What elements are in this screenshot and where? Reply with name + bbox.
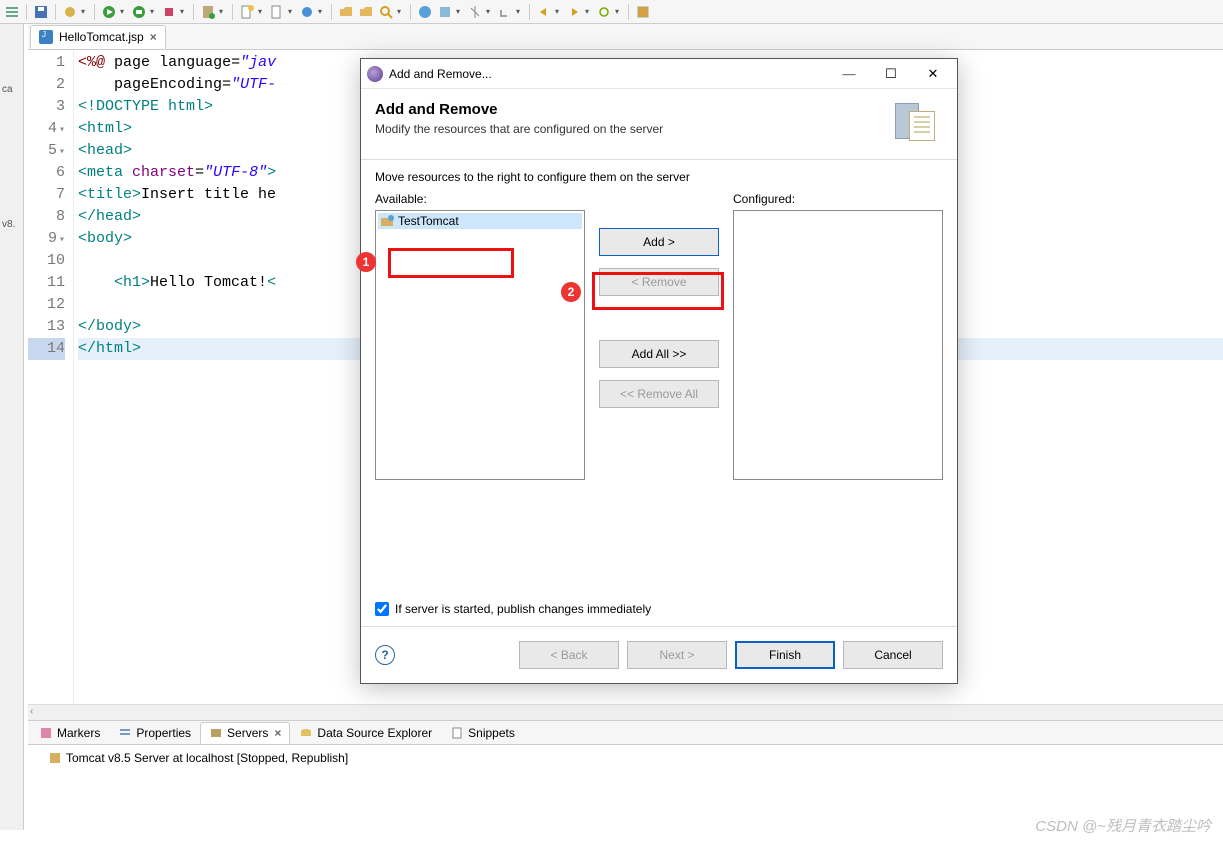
add-all-button[interactable]: Add All >>	[599, 340, 719, 368]
save-icon[interactable]	[33, 4, 49, 20]
cancel-button[interactable]: Cancel	[843, 641, 943, 669]
back-icon[interactable]	[536, 4, 552, 20]
dialog-subheading: Modify the resources that are configured…	[375, 122, 663, 136]
web-icon[interactable]	[417, 4, 433, 20]
jsp-file-icon	[39, 30, 53, 44]
minimize-button[interactable]: —	[831, 62, 867, 86]
callout-badge-1: 1	[356, 252, 376, 272]
help-icon[interactable]: ?	[375, 645, 395, 665]
server-icon[interactable]	[200, 4, 216, 20]
tab-servers[interactable]: Servers×	[200, 722, 290, 744]
configured-listbox[interactable]	[733, 210, 943, 480]
maximize-button[interactable]: ☐	[873, 62, 909, 86]
toolbar-icon[interactable]	[596, 4, 612, 20]
configured-label: Configured:	[733, 192, 943, 206]
new-icon[interactable]	[239, 4, 255, 20]
server-status-text: Tomcat v8.5 Server at localhost [Stopped…	[66, 751, 348, 765]
run-last-icon[interactable]	[161, 4, 177, 20]
available-item[interactable]: TestTomcat	[378, 213, 582, 229]
callout-badge-2: 2	[561, 282, 581, 302]
editor-tab-bar: HelloTomcat.jsp ×	[28, 24, 1223, 50]
server-graphic-icon	[891, 101, 943, 145]
next-button[interactable]: Next >	[627, 641, 727, 669]
callout-box-1	[388, 248, 514, 278]
add-button[interactable]: Add >	[599, 228, 719, 256]
left-stub-label: v8.	[2, 219, 15, 230]
line-gutter: 1234▾5▾6789▾1011121314	[28, 50, 74, 704]
callout-box-2	[592, 272, 724, 310]
dialog-titlebar[interactable]: Add and Remove... — ☐ ✕	[361, 59, 957, 89]
server-icon	[48, 751, 62, 765]
toolbar-icon[interactable]	[4, 4, 20, 20]
server-entry[interactable]: Tomcat v8.5 Server at localhost [Stopped…	[28, 745, 1223, 771]
tab-markers[interactable]: Markers	[30, 722, 109, 744]
dialog-footer: ? < Back Next > Finish Cancel	[361, 626, 957, 683]
toolbar-icon[interactable]	[467, 4, 483, 20]
horizontal-scrollbar[interactable]: ‹	[28, 704, 1223, 720]
bottom-tab-bar: Markers Properties Servers× Data Source …	[28, 721, 1223, 745]
dialog-prompt: Move resources to the right to configure…	[375, 170, 943, 184]
publish-checkbox[interactable]	[375, 602, 389, 616]
back-button[interactable]: < Back	[519, 641, 619, 669]
new-icon[interactable]	[299, 4, 315, 20]
dialog-header: Add and Remove Modify the resources that…	[361, 89, 957, 160]
publish-checkbox-row[interactable]: If server is started, publish changes im…	[375, 602, 943, 616]
open-icon[interactable]	[338, 4, 354, 20]
project-icon	[380, 214, 394, 228]
remove-all-button[interactable]: << Remove All	[599, 380, 719, 408]
forward-icon[interactable]	[566, 4, 582, 20]
left-gutter: ca v8.	[0, 24, 24, 830]
close-icon[interactable]: ×	[150, 30, 157, 44]
main-toolbar	[0, 0, 1223, 24]
close-icon[interactable]: ×	[274, 726, 281, 740]
new-icon[interactable]	[269, 4, 285, 20]
available-item-label: TestTomcat	[398, 214, 459, 228]
dialog-title-text: Add and Remove...	[389, 67, 492, 81]
finish-button[interactable]: Finish	[735, 641, 835, 669]
search-icon[interactable]	[378, 4, 394, 20]
watermark: CSDN @~残月青衣踏尘吟	[1035, 815, 1211, 836]
close-button[interactable]: ✕	[915, 62, 951, 86]
open-icon[interactable]	[358, 4, 374, 20]
available-label: Available:	[375, 192, 585, 206]
toolbar-icon[interactable]	[497, 4, 513, 20]
tab-filename: HelloTomcat.jsp	[59, 30, 144, 44]
publish-checkbox-label: If server is started, publish changes im…	[395, 602, 651, 616]
editor-tab[interactable]: HelloTomcat.jsp ×	[30, 25, 166, 49]
dialog-body: Move resources to the right to configure…	[361, 160, 957, 626]
toolbar-icon[interactable]	[62, 4, 78, 20]
dialog-heading: Add and Remove	[375, 101, 663, 118]
run-icon[interactable]	[101, 4, 117, 20]
tab-properties[interactable]: Properties	[109, 722, 200, 744]
perspective-icon[interactable]	[635, 4, 651, 20]
add-remove-dialog: Add and Remove... — ☐ ✕ Add and Remove M…	[360, 58, 958, 684]
tab-snippets[interactable]: Snippets	[441, 722, 524, 744]
tab-data-source-explorer[interactable]: Data Source Explorer	[290, 722, 441, 744]
left-stub-label: ca	[2, 84, 13, 95]
toolbar-icon[interactable]	[437, 4, 453, 20]
debug-icon[interactable]	[131, 4, 147, 20]
eclipse-icon	[367, 66, 383, 82]
